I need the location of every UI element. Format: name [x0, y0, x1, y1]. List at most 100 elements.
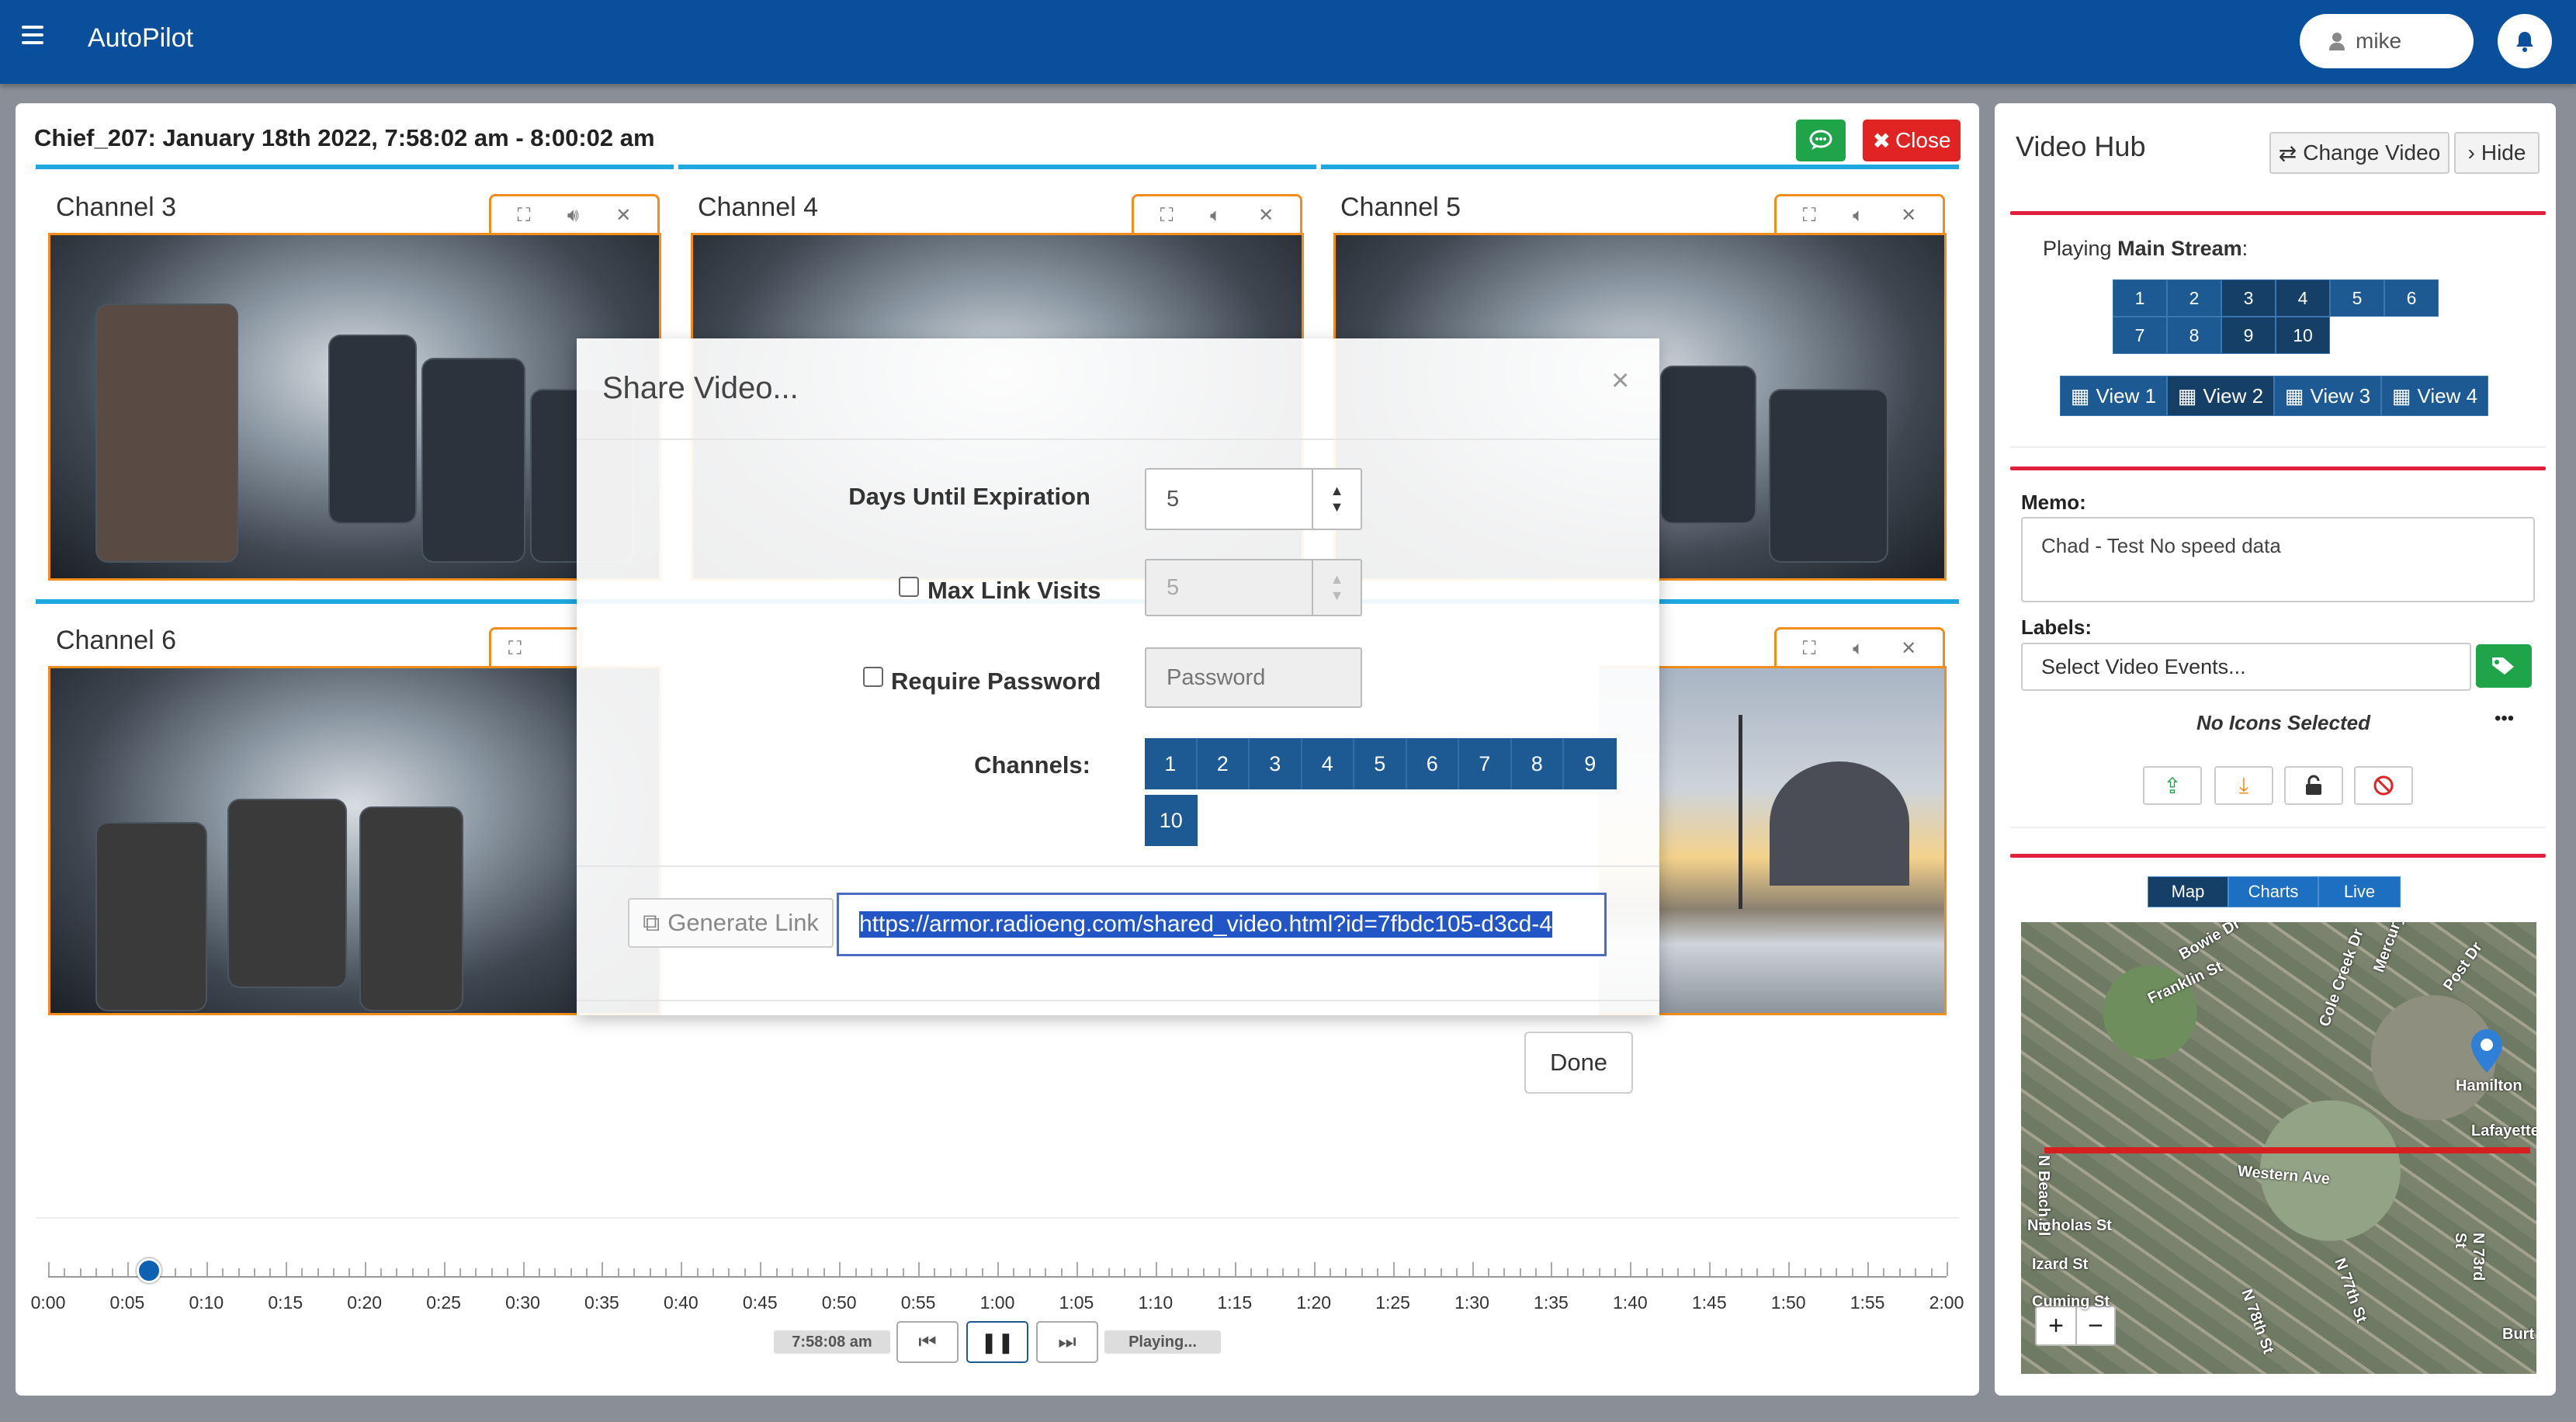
view-button[interactable]: ▦ View 4	[2381, 376, 2488, 416]
stream-button[interactable]: 7	[2113, 317, 2167, 354]
map-street-label: Western Ave	[2237, 1163, 2331, 1188]
timeline-tick	[1898, 1268, 1901, 1276]
fullscreen-icon[interactable]: ⛶	[1803, 205, 1816, 227]
previous-button[interactable]: ⏮︎	[896, 1321, 959, 1363]
done-button[interactable]: Done	[1524, 1032, 1633, 1094]
close-icon[interactable]: ✕	[1901, 204, 1916, 227]
fullscreen-icon[interactable]: ⛶	[1803, 638, 1816, 660]
user-icon	[2329, 33, 2345, 50]
dialog-title: Share Video...	[602, 371, 799, 405]
view-button[interactable]: ▦ View 1	[2060, 376, 2167, 416]
channel-button[interactable]: 4	[1302, 738, 1354, 789]
zoom-in-button[interactable]: +	[2037, 1307, 2075, 1344]
channel-button[interactable]: 6	[1406, 738, 1459, 789]
close-icon[interactable]: ✕	[1901, 637, 1916, 660]
mute-icon[interactable]: 🔈︎	[1853, 205, 1864, 227]
channel-button[interactable]: 8	[1511, 738, 1564, 789]
notifications-button[interactable]	[2498, 14, 2552, 68]
channel-button[interactable]: 2	[1197, 738, 1250, 789]
add-label-button[interactable]	[2476, 644, 2532, 688]
share-button[interactable]: ⇪	[2143, 766, 2202, 805]
timeline-tick	[1171, 1268, 1174, 1276]
zoom-out-button[interactable]: −	[2075, 1307, 2114, 1344]
timeline-tick	[1155, 1262, 1157, 1276]
stream-button[interactable]: 10	[2276, 317, 2330, 354]
timeline-tick	[522, 1262, 525, 1276]
delete-button[interactable]	[2354, 766, 2413, 805]
channel-button[interactable]: 10	[1145, 795, 1198, 846]
stream-button[interactable]: 1	[2113, 279, 2167, 317]
timeline-tick	[348, 1268, 351, 1276]
channel-label: Channel 4	[698, 192, 819, 222]
stream-button[interactable]: 6	[2384, 279, 2439, 317]
timeline-tick	[411, 1268, 414, 1276]
more-options-button[interactable]: •••	[2495, 708, 2514, 730]
fullscreen-icon[interactable]: ⛶	[518, 205, 531, 227]
section-divider	[2010, 446, 2546, 448]
map-tab[interactable]: Live	[2318, 876, 2401, 907]
map-view[interactable]: + − Bowie Dr Franklin St Cole Creek Dr Mercu…	[2021, 922, 2536, 1374]
map-tab[interactable]: Map	[2148, 876, 2228, 907]
days-stepper[interactable]: ▲ ▼	[1312, 470, 1361, 529]
generate-link-button[interactable]: ⧉ Generate Link	[628, 898, 834, 948]
timeline-handle[interactable]	[136, 1258, 161, 1283]
timeline-divider	[36, 1217, 1959, 1219]
timeline-tick	[48, 1262, 50, 1276]
generate-link-label: Generate Link	[667, 909, 819, 936]
share-link-field[interactable]: https://armor.radioeng.com/shared_video.…	[837, 893, 1607, 956]
map-tab[interactable]: Charts	[2228, 876, 2318, 907]
dialog-close-button[interactable]: ×	[1611, 363, 1629, 398]
comment-button[interactable]	[1796, 120, 1846, 161]
mute-icon[interactable]: 🔈︎	[1853, 638, 1864, 660]
volume-icon[interactable]: 🔊︎	[567, 205, 579, 227]
max-visits-stepper[interactable]: ▲ ▼	[1312, 560, 1361, 615]
close-video-button[interactable]: ✖ Close	[1863, 120, 1961, 161]
stream-button[interactable]: 4	[2276, 279, 2330, 317]
stream-button[interactable]: 3	[2221, 279, 2276, 317]
timeline-tick	[1060, 1268, 1063, 1276]
hide-button[interactable]: › Hide	[2454, 132, 2540, 174]
max-visits-checkbox[interactable]	[899, 577, 919, 597]
channel-button[interactable]: 9	[1564, 738, 1617, 789]
stream-button[interactable]: 8	[2167, 317, 2221, 354]
video-events-select[interactable]: Select Video Events...	[2021, 643, 2471, 691]
channel-button[interactable]: 1	[1145, 738, 1198, 789]
mute-icon[interactable]: 🔈︎	[1210, 205, 1221, 227]
unlock-button[interactable]	[2284, 766, 2343, 805]
channel-button[interactable]: 5	[1354, 738, 1407, 789]
timeline-scrubber[interactable]	[48, 1256, 1948, 1278]
download-button[interactable]: ⤓	[2214, 766, 2273, 805]
channel-video[interactable]	[48, 666, 661, 1015]
stream-button[interactable]: 9	[2221, 317, 2276, 354]
menu-icon[interactable]	[22, 26, 43, 44]
pause-button[interactable]: ❚❚	[966, 1321, 1028, 1363]
timeline-tick	[206, 1262, 208, 1276]
timeline-tick	[1836, 1268, 1838, 1276]
require-password-checkbox[interactable]	[863, 667, 883, 687]
user-menu-button[interactable]: mike	[2300, 14, 2474, 68]
channel-video[interactable]	[48, 233, 661, 581]
view-button[interactable]: ▦ View 2	[2167, 376, 2274, 416]
channel-label: Channel 5	[1340, 192, 1461, 222]
timeline-tick	[1741, 1268, 1743, 1276]
password-input[interactable]	[1145, 647, 1362, 708]
stream-button[interactable]: 5	[2330, 279, 2384, 317]
change-video-button[interactable]: ⇄ Change Video	[2269, 132, 2449, 174]
timeline-label: 1:20	[1296, 1292, 1332, 1313]
grid-icon: ▦	[2391, 383, 2411, 408]
stream-button[interactable]: 2	[2167, 279, 2221, 317]
map-street-label: Cuming St	[2032, 1293, 2110, 1310]
memo-textarea[interactable]: Chad - Test No speed data	[2021, 517, 2535, 602]
close-icon[interactable]: ✕	[615, 204, 631, 227]
channel-button[interactable]: 3	[1250, 738, 1302, 789]
timeline-tick	[1330, 1268, 1332, 1276]
fullscreen-icon[interactable]: ⛶	[508, 638, 522, 660]
channel-button[interactable]: 7	[1459, 738, 1512, 789]
close-icon[interactable]: ✕	[1258, 204, 1274, 227]
next-button[interactable]: ⏭︎	[1036, 1321, 1098, 1363]
route-line	[2044, 1147, 2530, 1153]
view-button[interactable]: ▦ View 3	[2274, 376, 2381, 416]
fullscreen-icon[interactable]: ⛶	[1160, 205, 1174, 227]
days-value: 5	[1167, 486, 1180, 512]
timeline-tick	[839, 1262, 841, 1276]
